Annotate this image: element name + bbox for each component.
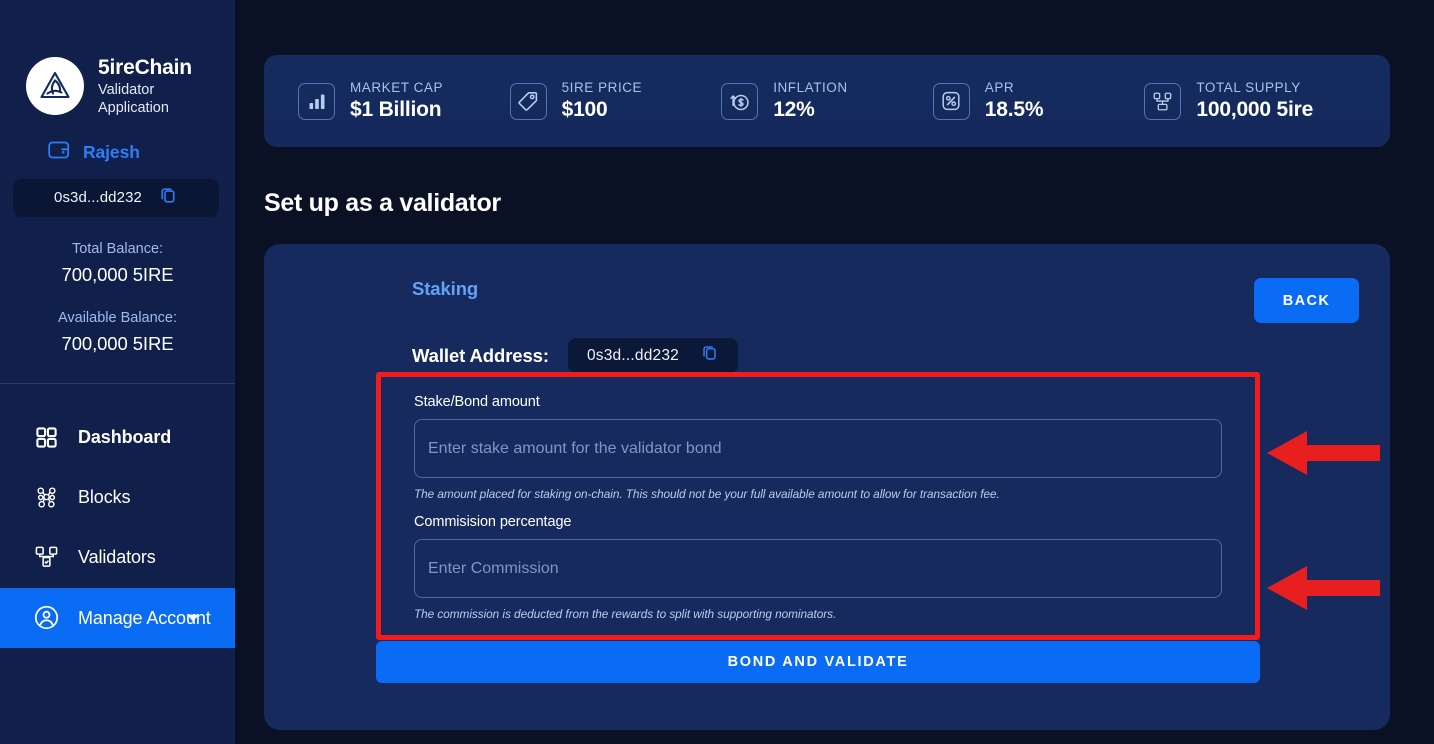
- available-balance-value: 700,000 5IRE: [61, 332, 174, 354]
- brand-subtitle-line2: Application: [98, 99, 169, 116]
- stat-label-total-supply: TOTAL SUPPLY: [1196, 80, 1301, 95]
- stat-value-5ire-price: $100: [561, 98, 608, 121]
- page-title: Set up as a validator: [264, 189, 501, 217]
- stake-amount-hint: The amount placed for staking on-chain. …: [414, 487, 1000, 501]
- wallet-address-chip[interactable]: 0s3d...dd232: [567, 338, 738, 373]
- commission-hint: The commission is deducted from the rewa…: [414, 607, 837, 621]
- brand-name: 5ireChain: [98, 56, 192, 79]
- inflation-dollar-icon: [721, 82, 759, 120]
- stat-inflation: INFLATION 12%: [721, 80, 933, 122]
- commission-label: Commisision percentage: [414, 514, 572, 530]
- brand-header: 5ireChain Validator Application: [0, 0, 235, 116]
- stat-total-supply: TOTAL SUPPLY 100,000 5ire: [1144, 80, 1356, 122]
- sidebar-divider: [0, 382, 235, 384]
- stats-bar: MARKET CAP $1 Billion 5IRE PRICE $100 IN…: [264, 55, 1390, 147]
- percent-icon: [932, 82, 970, 120]
- commission-input[interactable]: [414, 539, 1222, 598]
- stat-label-5ire-price: 5IRE PRICE: [561, 80, 643, 95]
- total-balance-label: Total Balance:: [71, 240, 164, 257]
- sidebar-user-name: Rajesh: [83, 141, 140, 162]
- stat-value-inflation: 12%: [773, 98, 815, 121]
- copy-icon[interactable]: [159, 186, 178, 210]
- 5ire-triangle-logo-icon: [26, 56, 84, 115]
- wallet-address-row: Wallet Address: 0s3d...dd232: [295, 338, 1359, 373]
- stat-apr: APR 18.5%: [932, 80, 1145, 122]
- stake-amount-field-group: Stake/Bond amount The amount placed for …: [414, 394, 1222, 501]
- sidebar-item-label-blocks: Blocks: [78, 487, 131, 508]
- sidebar: 5ireChain Validator Application Rajesh 0…: [0, 0, 235, 744]
- main-content: MARKET CAP $1 Billion 5IRE PRICE $100 IN…: [235, 0, 1434, 744]
- sidebar-wallet-user-row[interactable]: Rajesh: [0, 116, 235, 165]
- sidebar-item-manage-account[interactable]: Manage Account: [0, 587, 235, 648]
- sidebar-address-chip[interactable]: 0s3d...dd232: [13, 178, 219, 217]
- sidebar-item-validators[interactable]: Validators: [0, 528, 235, 588]
- supply-network-icon: [1144, 82, 1182, 120]
- stat-5ire-price: 5IRE PRICE $100: [509, 80, 722, 122]
- stat-label-market-cap: MARKET CAP: [350, 80, 444, 95]
- bar-chart-icon: [298, 82, 335, 120]
- brand-subtitle-line1: Validator: [98, 81, 155, 98]
- wallet-address-label: Wallet Address:: [412, 344, 549, 366]
- total-balance-value: 700,000 5IRE: [61, 263, 174, 285]
- sidebar-item-dashboard[interactable]: Dashboard: [0, 408, 235, 468]
- price-tag-icon: [509, 82, 547, 120]
- available-balance-label: Available Balance:: [57, 309, 178, 326]
- staking-panel: Staking BACK Wallet Address: 0s3d...dd23…: [264, 244, 1390, 730]
- wallet-icon: [48, 140, 70, 165]
- copy-icon[interactable]: [701, 344, 719, 367]
- grid-dashboard-icon: [32, 426, 60, 449]
- sidebar-address-text: 0s3d...dd232: [54, 189, 142, 207]
- stake-amount-input[interactable]: [414, 419, 1222, 478]
- bond-and-validate-button[interactable]: BOND AND VALIDATE: [376, 641, 1260, 683]
- available-balance-block: Available Balance: 700,000 5IRE: [0, 310, 235, 355]
- commission-field-group: Commisision percentage The commission is…: [414, 514, 1222, 621]
- stat-label-inflation: INFLATION: [773, 80, 848, 95]
- sidebar-item-blocks[interactable]: Blocks: [0, 468, 235, 528]
- total-balance-block: Total Balance: 700,000 5IRE: [0, 241, 235, 286]
- stat-value-total-supply: 100,000 5ire: [1196, 98, 1314, 121]
- user-circle-icon: [32, 604, 60, 631]
- validators-node-icon: [32, 545, 60, 570]
- staking-section-title: Staking: [412, 278, 479, 299]
- sidebar-nav: Dashboard Blocks Validators Manage Accou…: [0, 408, 235, 648]
- back-button[interactable]: BACK: [1254, 278, 1359, 323]
- highlighted-form-group: Stake/Bond amount The amount placed for …: [376, 372, 1260, 640]
- stake-amount-label: Stake/Bond amount: [414, 394, 540, 410]
- validator-application-window: 5ireChain Validator Application Rajesh 0…: [0, 0, 1434, 744]
- sidebar-item-label-dashboard: Dashboard: [78, 427, 172, 448]
- wallet-address-value: 0s3d...dd232: [586, 346, 679, 364]
- stat-value-market-cap: $1 Billion: [350, 98, 442, 121]
- stat-label-apr: APR: [984, 80, 1015, 95]
- chevron-down-icon[interactable]: [187, 614, 199, 622]
- stat-value-apr: 18.5%: [984, 98, 1044, 121]
- sidebar-item-label-validators: Validators: [78, 547, 156, 568]
- blocks-network-icon: [32, 485, 60, 510]
- stat-market-cap: MARKET CAP $1 Billion: [298, 80, 510, 122]
